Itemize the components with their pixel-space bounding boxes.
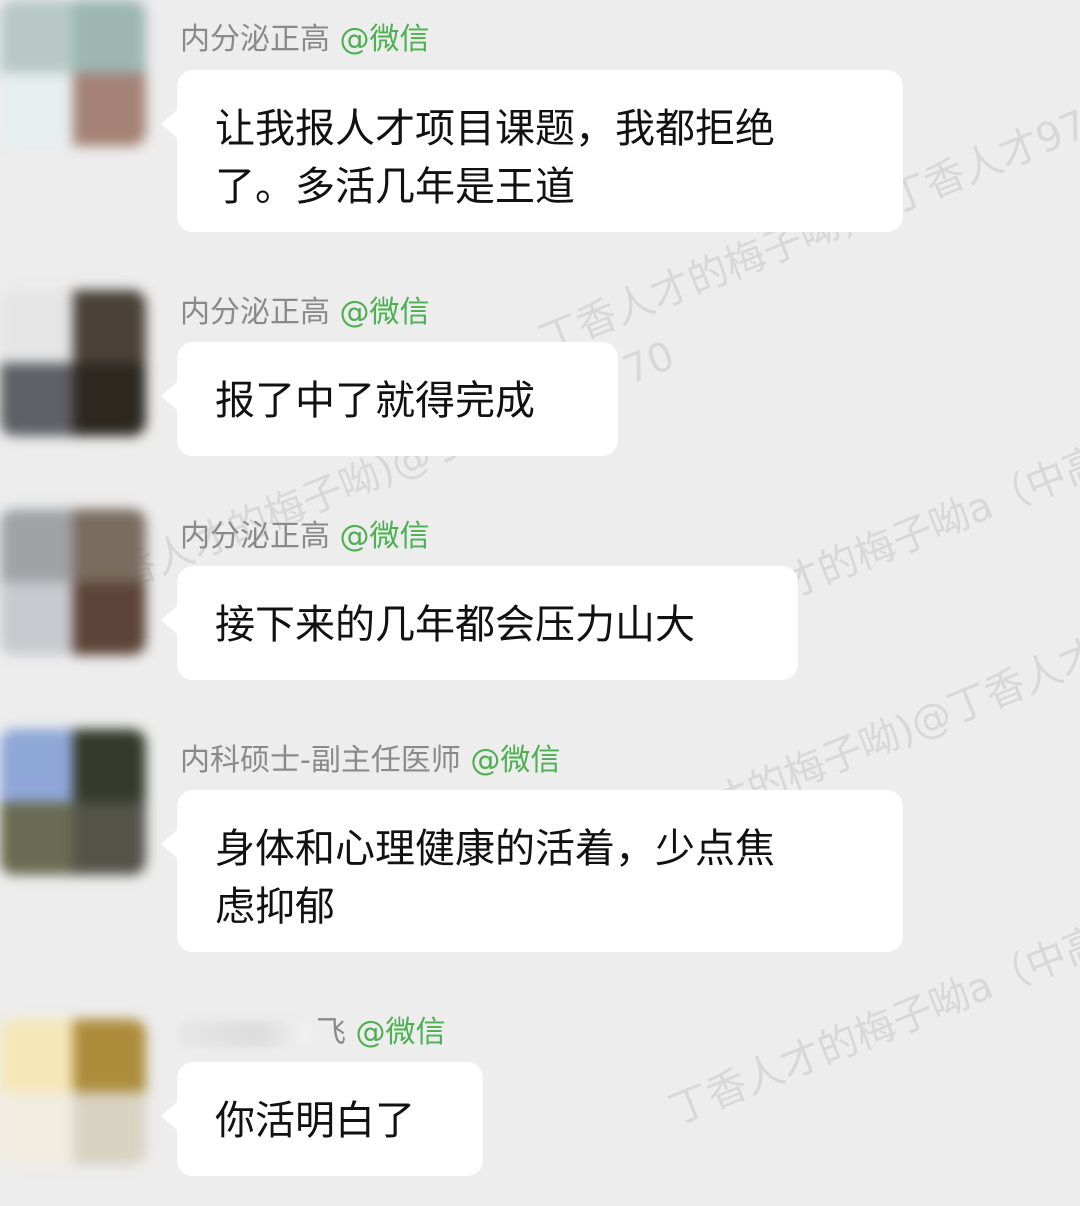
message-line: 你活明白了	[215, 1098, 415, 1144]
message-line: 报了中了就得完成	[215, 378, 535, 424]
sender-source: @微信	[339, 22, 430, 57]
sender-source: @微信	[470, 743, 561, 778]
message-bubble[interactable]: 报了中了就得完成	[161, 342, 618, 456]
message-bubble[interactable]: 你活明白了	[161, 1062, 483, 1176]
message-bubble[interactable]: 接下来的几年都会压力山大	[161, 566, 798, 680]
avatar[interactable]	[0, 1019, 146, 1165]
message-line: 虑抑郁	[215, 884, 335, 930]
sender-name: 内分泌正高 @微信	[180, 22, 430, 57]
sender-name: 内分泌正高 @微信	[180, 295, 430, 330]
message-line: 接下来的几年都会压力山大	[215, 602, 695, 648]
sender-source: @微信	[355, 1015, 446, 1050]
message-line: 身体和心理健康的活着，少点焦	[215, 826, 775, 872]
avatar[interactable]	[0, 0, 146, 146]
sender-name: 内分泌正高 @微信	[180, 519, 430, 554]
sender-source: @微信	[339, 519, 430, 554]
redacted-name	[180, 1020, 310, 1047]
sender-source: @微信	[339, 295, 430, 330]
sender-name: 飞 @微信	[180, 1013, 446, 1053]
message-bubble[interactable]: 让我报人才项目课题，我都拒绝 了。多活几年是王道	[161, 70, 903, 232]
chat-area: 丁香人才的梅子呦)@丁香人才9770 丁香人才的梅子呦a（中高级 丁香人才的梅子…	[0, 0, 1080, 1206]
avatar[interactable]	[0, 290, 146, 436]
sender-name: 内科硕士-副主任医师 @微信	[180, 743, 561, 778]
message-line: 让我报人才项目课题，我都拒绝	[215, 106, 775, 152]
avatar[interactable]	[0, 509, 146, 655]
message-line: 了。多活几年是王道	[215, 164, 575, 210]
avatar[interactable]	[0, 729, 146, 875]
message-bubble[interactable]: 身体和心理健康的活着，少点焦 虑抑郁	[161, 790, 903, 952]
